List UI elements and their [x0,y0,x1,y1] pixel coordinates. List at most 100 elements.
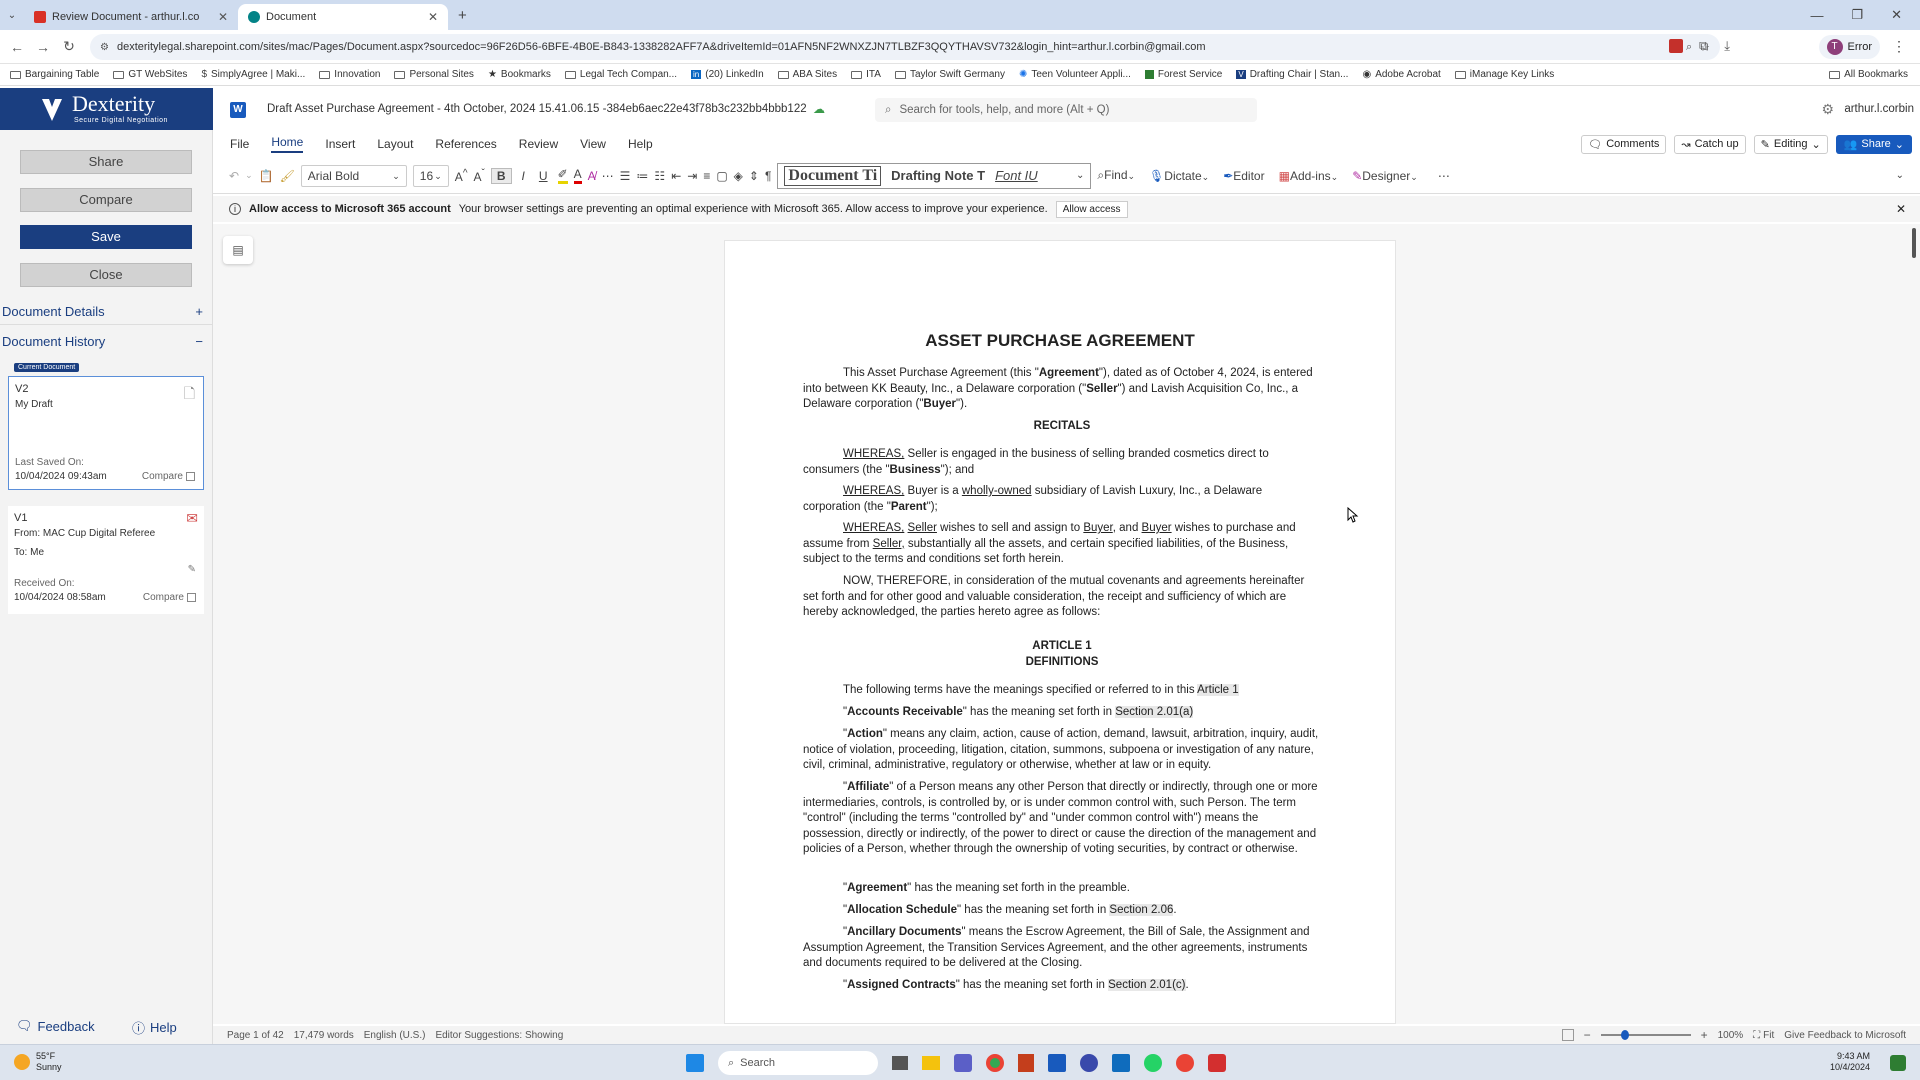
system-clock[interactable]: 9:43 AM 10/4/2024 [1830,1051,1870,1073]
document-icon[interactable]: 🗋 [184,383,195,407]
file-explorer-icon[interactable] [922,1056,940,1070]
catch-up-button[interactable]: ↝ Catch up [1674,134,1746,154]
italic-icon[interactable]: I [518,169,529,183]
editing-mode-button[interactable]: ✎ Editing ⌄ [1753,134,1828,154]
extension-red-icon[interactable] [1668,39,1683,53]
bookmark-item[interactable]: Personal Sites [394,69,474,80]
weather-widget[interactable]: 55°F Sunny [14,1051,62,1073]
windows-start-icon[interactable] [686,1054,704,1072]
bookmark-item[interactable]: ITA [851,69,881,80]
expand-icon[interactable]: + [195,304,203,319]
word-share-button[interactable]: 👥 Share ⌄ [1835,134,1912,154]
bookmark-item[interactable]: Legal Tech Compan... [564,69,677,80]
editor-suggestions[interactable]: Editor Suggestions: Showing [435,1030,563,1041]
word-icon[interactable]: W [230,102,246,118]
version-card-v1[interactable]: V1 From: MAC Cup Digital Referee To: Me … [8,506,204,614]
task-view-icon[interactable] [892,1056,908,1070]
save-button[interactable]: Save [20,225,192,249]
more-format-icon[interactable]: ⋯ [602,169,614,183]
checkbox[interactable] [186,472,195,481]
fit-button[interactable]: ⛶ Fit [1753,1030,1774,1041]
bookmark-item[interactable]: ABA Sites [777,69,837,80]
chevron-down-icon[interactable]: ⌄ [245,170,253,181]
compare-button[interactable]: Compare [20,188,192,212]
tab-review[interactable]: Review [519,137,558,151]
tab-insert[interactable]: Insert [325,137,355,151]
whatsapp-icon[interactable] [1144,1054,1162,1072]
shrink-font-icon[interactable]: Aˇ [474,168,485,184]
teams-icon[interactable] [954,1054,972,1072]
clear-format-icon[interactable]: A̸ [588,169,596,183]
user-name[interactable]: arthur.l.corbin [1844,103,1914,115]
close-infobar-icon[interactable]: ✕ [1896,202,1906,216]
page-count[interactable]: Page 1 of 42 [227,1030,284,1041]
bold-icon[interactable]: B [490,167,512,184]
borders-icon[interactable]: ▢ [716,169,727,183]
font-name-select[interactable]: Arial Bold ⌄ [300,164,407,187]
word-search-box[interactable]: ⌕ Search for tools, help, and more (Alt … [875,98,1257,122]
style-drafting-note[interactable]: Drafting Note T [891,168,985,183]
word-count[interactable]: 17,479 words [294,1030,354,1041]
font-color-icon[interactable]: A [573,167,582,184]
help-link[interactable]: ⓘ Help [132,1018,177,1037]
new-tab-button[interactable]: + [458,7,467,24]
document-details-section[interactable]: Document Details + [2,304,207,319]
numbering-icon[interactable]: ≔ [636,169,648,183]
line-spacing-icon[interactable]: ⇕ [749,169,759,183]
bookmark-item[interactable]: Innovation [319,69,380,80]
grow-font-icon[interactable]: A^ [455,168,468,184]
bookmark-item[interactable]: ✺ Teen Volunteer Appli... [1019,69,1131,80]
more-options-icon[interactable]: ⋯ [1438,169,1450,183]
tab-search-icon[interactable]: ⌄ [0,10,24,21]
powerpoint-icon[interactable] [1018,1054,1034,1072]
decrease-indent-icon[interactable]: ⇤ [671,169,681,183]
download-icon[interactable]: ⤓ [1724,38,1730,54]
collapse-icon[interactable]: − [195,334,203,349]
close-tab-icon[interactable]: ✕ [218,10,228,24]
bullets-icon[interactable]: ☰ [620,169,631,183]
ribbon-expand-icon[interactable]: ⌄ [1896,170,1904,181]
zoom-slider-thumb[interactable] [1620,1030,1629,1040]
notification-icon[interactable] [1890,1055,1906,1071]
close-button[interactable]: Close [20,263,192,287]
bookmark-item[interactable]: GT WebSites [113,69,187,80]
find-button[interactable]: ⌕Find⌄ [1097,168,1135,183]
zoom-level[interactable]: 100% [1718,1030,1744,1041]
language[interactable]: English (U.S.) [364,1030,426,1041]
compare-checkbox-v2[interactable]: Compare [142,471,195,482]
chrome-profile-icon[interactable] [1176,1054,1194,1072]
media-icon[interactable] [1080,1054,1098,1072]
outlook-icon[interactable] [1112,1054,1130,1072]
paragraph-icon[interactable]: ¶ [765,169,771,183]
tab-view[interactable]: View [580,137,606,151]
app-red-icon[interactable] [1208,1054,1226,1072]
bookmark-item[interactable]: Taylor Swift Germany [894,69,1005,80]
highlight-icon[interactable]: ✐ [557,167,568,184]
bookmark-item[interactable]: V Drafting Chair | Stan... [1236,69,1348,80]
minimize-icon[interactable]: — [1810,8,1823,23]
chevron-down-icon[interactable]: ⌄ [1076,170,1084,181]
zoom-in-icon[interactable]: + [1701,1028,1708,1042]
align-icon[interactable]: ≡ [703,169,710,183]
close-tab-icon[interactable]: ✕ [428,10,438,24]
styles-gallery[interactable]: Document Ti Drafting Note T Font IU ⌄ [777,162,1092,189]
bookmark-item[interactable]: ◉ Adobe Acrobat [1362,69,1440,80]
allow-access-button[interactable]: Allow access [1055,200,1128,218]
shading-icon[interactable]: ◈ [734,169,743,183]
all-bookmarks[interactable]: All Bookmarks [1829,69,1908,80]
url-text[interactable]: dexteritylegal.sharepoint.com/sites/mac/… [117,41,1206,53]
taskbar-search[interactable]: ⌕ Search [718,1051,878,1075]
page-view-icon[interactable] [1561,1029,1574,1041]
addins-button[interactable]: ▦Add-ins⌄ [1279,169,1339,183]
paste-icon[interactable]: 📋 [259,169,274,183]
browser-tab-review[interactable]: Review Document - arthur.l.co ✕ [24,4,238,30]
url-bar[interactable]: ⚙ dexteritylegal.sharepoint.com/sites/ma… [90,34,1720,60]
share-button[interactable]: Share [20,150,192,174]
bookmark-item[interactable]: $ SimplyAgree | Maki... [201,69,305,80]
compare-checkbox-v1[interactable]: Compare [143,592,196,603]
site-info-icon[interactable]: ⚙ [100,42,109,53]
maximize-icon[interactable]: ❐ [1851,7,1863,23]
reload-icon[interactable]: ↻ [56,38,82,55]
tab-file[interactable]: File [230,137,249,151]
edit-icon[interactable]: ✎ [188,564,196,575]
